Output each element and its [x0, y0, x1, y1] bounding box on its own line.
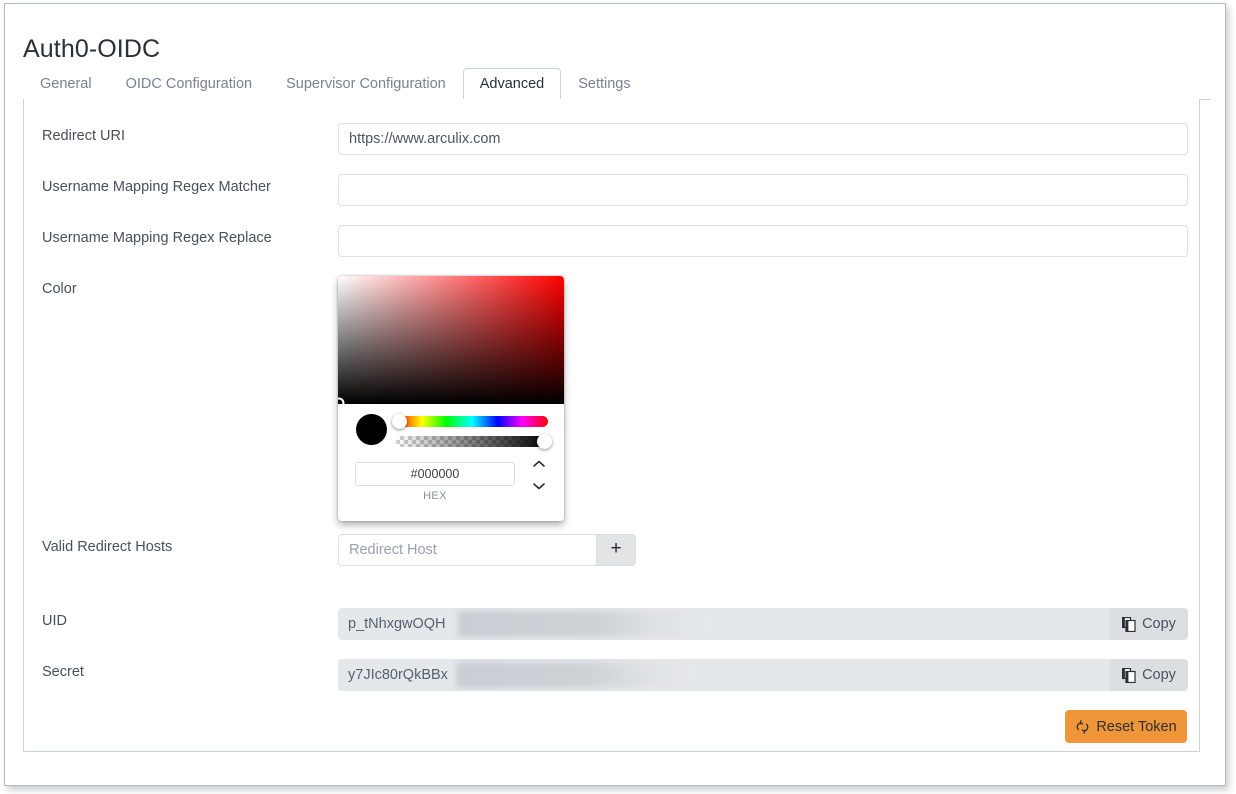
redirect-uri-input[interactable] — [338, 123, 1188, 155]
uid-value: p_tNhxgwOQH — [348, 616, 446, 632]
copy-secret-button[interactable]: Copy — [1110, 659, 1188, 691]
color-format-label: HEX — [423, 490, 447, 502]
color-saturation-area[interactable] — [338, 276, 564, 409]
chevron-up-icon[interactable] — [533, 460, 545, 468]
alpha-slider[interactable] — [396, 434, 552, 449]
color-hex-input[interactable] — [355, 462, 515, 486]
application-window: Auth0-OIDC General OIDC Configuration Su… — [4, 3, 1226, 786]
field-row-username-mapping-regex-replace: Username Mapping Regex Replace — [24, 225, 1199, 257]
refresh-icon — [1076, 719, 1089, 734]
uid-value-wrap: p_tNhxgwOQH — [338, 608, 1110, 640]
uid-value-group: p_tNhxgwOQH Copy — [338, 608, 1188, 640]
chevron-down-icon[interactable] — [533, 482, 545, 490]
label-valid-redirect-hosts: Valid Redirect Hosts — [42, 539, 173, 555]
redirect-host-input-group: + — [338, 534, 636, 566]
copy-icon — [1122, 616, 1136, 632]
field-row-username-mapping-regex-matcher: Username Mapping Regex Matcher — [24, 174, 1199, 206]
secret-value: y7JIc80rQkBBx — [348, 667, 448, 683]
color-picker[interactable]: HEX — [338, 276, 564, 521]
redirect-host-input[interactable] — [338, 534, 596, 566]
label-uid: UID — [42, 613, 67, 629]
alpha-slider-handle[interactable] — [537, 434, 552, 449]
label-secret: Secret — [42, 664, 84, 680]
secret-value-group: y7JIc80rQkBBx Copy — [338, 659, 1188, 691]
field-row-color: Color HEX — [24, 276, 1199, 526]
label-username-mapping-regex-matcher: Username Mapping Regex Matcher — [42, 179, 271, 195]
field-row-redirect-uri: Redirect URI — [24, 123, 1199, 155]
copy-uid-label: Copy — [1142, 616, 1176, 632]
advanced-settings-panel: Redirect URI Username Mapping Regex Matc… — [23, 99, 1200, 752]
reset-token-button[interactable]: Reset Token — [1065, 710, 1187, 743]
uid-redaction-overlay — [458, 611, 708, 637]
field-row-secret: Secret y7JIc80rQkBBx Copy — [24, 659, 1199, 691]
tab-oidc-configuration[interactable]: OIDC Configuration — [109, 68, 270, 100]
tab-bar: General OIDC Configuration Supervisor Co… — [23, 68, 1211, 100]
secret-redaction-overlay — [456, 662, 693, 688]
page-title: Auth0-OIDC — [23, 34, 161, 63]
copy-uid-button[interactable]: Copy — [1110, 608, 1188, 640]
hue-slider-handle[interactable] — [392, 414, 407, 429]
tab-general[interactable]: General — [23, 68, 109, 100]
label-redirect-uri: Redirect URI — [42, 128, 125, 144]
hue-slider[interactable] — [392, 414, 548, 429]
secret-value-wrap: y7JIc80rQkBBx — [338, 659, 1110, 691]
username-mapping-regex-matcher-input[interactable] — [338, 174, 1188, 206]
color-picker-controls: HEX — [338, 404, 564, 521]
label-username-mapping-regex-replace: Username Mapping Regex Replace — [42, 230, 272, 246]
tab-advanced[interactable]: Advanced — [462, 68, 562, 100]
label-color: Color — [42, 281, 77, 297]
tab-supervisor-configuration[interactable]: Supervisor Configuration — [269, 68, 463, 100]
color-format-stepper[interactable] — [530, 460, 548, 490]
add-redirect-host-button[interactable]: + — [596, 534, 636, 566]
field-row-uid: UID p_tNhxgwOQH Copy — [24, 608, 1199, 640]
reset-token-label: Reset Token — [1096, 718, 1177, 735]
copy-secret-label: Copy — [1142, 667, 1176, 683]
color-preview-swatch — [356, 414, 387, 445]
field-row-valid-redirect-hosts: Valid Redirect Hosts + — [24, 534, 1199, 566]
username-mapping-regex-replace-input[interactable] — [338, 225, 1188, 257]
copy-icon — [1122, 667, 1136, 683]
tab-settings[interactable]: Settings — [561, 68, 647, 100]
